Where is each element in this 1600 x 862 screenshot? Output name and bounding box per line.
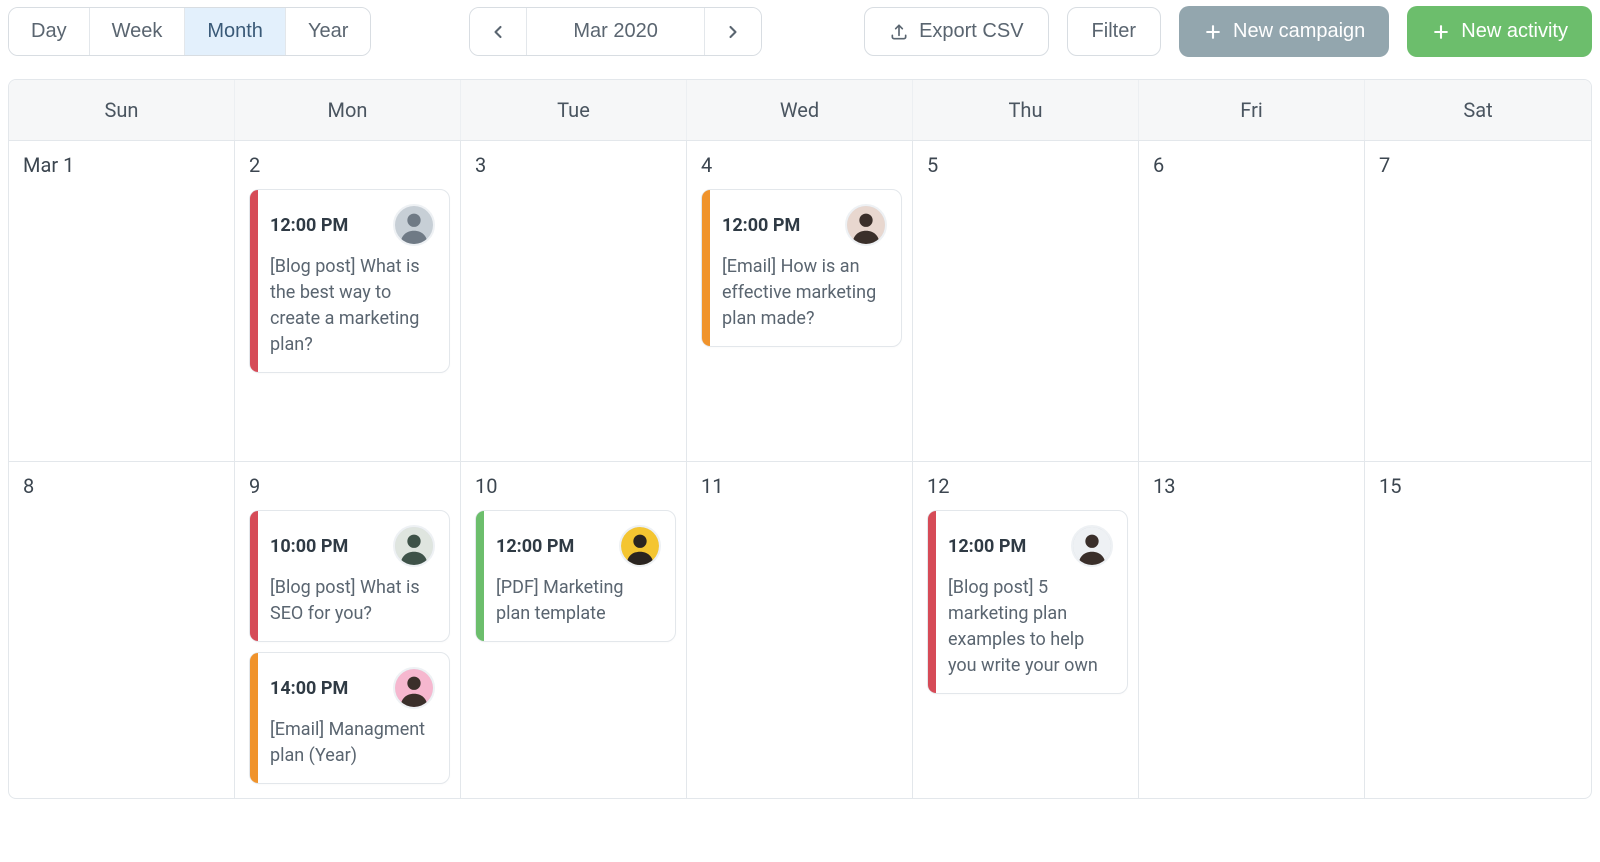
event-title: [PDF] Marketing plan template [496, 575, 661, 627]
event-time: 14:00 PM [270, 678, 348, 699]
plus-icon [1203, 22, 1223, 42]
calendar-day-cell[interactable]: 15 [1365, 462, 1591, 798]
event-card-header: 12:00 PM [270, 204, 435, 246]
event-time: 12:00 PM [496, 536, 574, 557]
avatar [393, 204, 435, 246]
toolbar: Day Week Month Year Mar 2020 Export CSV … [8, 6, 1592, 57]
day-number: 3 [475, 153, 676, 177]
event-card[interactable]: 12:00 PM [PDF] Marketing plan template [475, 510, 676, 642]
view-switcher: Day Week Month Year [8, 7, 371, 56]
export-csv-label: Export CSV [919, 20, 1023, 43]
calendar-day-cell[interactable]: 2 12:00 PM [Blog post] What is the best wa… [235, 141, 461, 461]
event-card-header: 12:00 PM [948, 525, 1113, 567]
day-header: Wed [687, 80, 913, 140]
day-header: Fri [1139, 80, 1365, 140]
event-time: 12:00 PM [722, 215, 800, 236]
event-card[interactable]: 14:00 PM [Email] Managment plan (Year) [249, 652, 450, 784]
day-number: 5 [927, 153, 1128, 177]
new-activity-label: New activity [1461, 20, 1568, 43]
view-week-button[interactable]: Week [90, 8, 186, 55]
calendar-day-cell[interactable]: 13 [1139, 462, 1365, 798]
calendar-day-cell[interactable]: 11 [687, 462, 913, 798]
view-day-button[interactable]: Day [9, 8, 90, 55]
day-number: 15 [1379, 474, 1581, 498]
avatar [845, 204, 887, 246]
chevron-right-icon [723, 22, 743, 42]
calendar-day-cell[interactable]: 10 12:00 PM [PDF] Marketing plan template [461, 462, 687, 798]
avatar [393, 667, 435, 709]
event-card-header: 12:00 PM [496, 525, 661, 567]
event-card[interactable]: 10:00 PM [Blog post] What is SEO for you? [249, 510, 450, 642]
event-card-header: 14:00 PM [270, 667, 435, 709]
event-card[interactable]: 12:00 PM [Blog post] What is the best way… [249, 189, 450, 373]
next-period-button[interactable] [705, 8, 761, 55]
day-number: 12 [927, 474, 1128, 498]
day-number: 4 [701, 153, 902, 177]
calendar-day-cell[interactable]: Mar 1 [9, 141, 235, 461]
day-number: 7 [1379, 153, 1581, 177]
calendar: SunMonTueWedThuFriSat Mar 1 2 12:00 PM [Blo… [8, 79, 1592, 799]
event-title: [Email] Managment plan (Year) [270, 717, 435, 769]
day-number: 8 [23, 474, 224, 498]
calendar-day-cell[interactable]: 6 [1139, 141, 1365, 461]
day-number: 13 [1153, 474, 1354, 498]
day-number: 9 [249, 474, 450, 498]
event-card-header: 12:00 PM [722, 204, 887, 246]
calendar-day-cell[interactable]: 12 12:00 PM [Blog post] 5 marketing plan e… [913, 462, 1139, 798]
export-csv-button[interactable]: Export CSV [864, 7, 1048, 56]
day-number: Mar 1 [23, 153, 224, 177]
day-header: Thu [913, 80, 1139, 140]
filter-label: Filter [1092, 20, 1136, 43]
calendar-day-cell[interactable]: 5 [913, 141, 1139, 461]
chevron-left-icon [488, 22, 508, 42]
event-title: [Blog post] 5 marketing plan examples to… [948, 575, 1113, 679]
avatar [1071, 525, 1113, 567]
view-year-button[interactable]: Year [286, 8, 370, 55]
event-time: 12:00 PM [948, 536, 1026, 557]
event-time: 12:00 PM [270, 215, 348, 236]
calendar-header-row: SunMonTueWedThuFriSat [9, 80, 1591, 140]
new-activity-button[interactable]: New activity [1407, 6, 1592, 57]
view-month-button[interactable]: Month [185, 8, 286, 55]
day-number: 6 [1153, 153, 1354, 177]
event-card[interactable]: 12:00 PM [Email] How is an effective mark… [701, 189, 902, 347]
period-label-button[interactable]: Mar 2020 [527, 8, 705, 55]
calendar-week-row: 8 9 10:00 PM [Blog post] What is SEO for yo… [9, 461, 1591, 798]
filter-button[interactable]: Filter [1067, 7, 1161, 56]
day-number: 10 [475, 474, 676, 498]
day-header: Sat [1365, 80, 1591, 140]
event-card[interactable]: 12:00 PM [Blog post] 5 marketing plan exa… [927, 510, 1128, 694]
event-title: [Blog post] What is the best way to crea… [270, 254, 435, 358]
new-campaign-button[interactable]: New campaign [1179, 6, 1389, 57]
calendar-week-row: Mar 1 2 12:00 PM [Blog post] What is the be… [9, 140, 1591, 461]
calendar-day-cell[interactable]: 8 [9, 462, 235, 798]
period-nav: Mar 2020 [469, 7, 762, 56]
calendar-day-cell[interactable]: 3 [461, 141, 687, 461]
prev-period-button[interactable] [470, 8, 527, 55]
event-title: [Email] How is an effective marketing pl… [722, 254, 887, 332]
day-header: Sun [9, 80, 235, 140]
plus-icon [1431, 22, 1451, 42]
calendar-day-cell[interactable]: 7 [1365, 141, 1591, 461]
new-campaign-label: New campaign [1233, 20, 1365, 43]
day-header: Tue [461, 80, 687, 140]
event-time: 10:00 PM [270, 536, 348, 557]
avatar [619, 525, 661, 567]
day-number: 2 [249, 153, 450, 177]
export-icon [889, 22, 909, 42]
event-card-header: 10:00 PM [270, 525, 435, 567]
event-title: [Blog post] What is SEO for you? [270, 575, 435, 627]
calendar-day-cell[interactable]: 4 12:00 PM [Email] How is an effective mar… [687, 141, 913, 461]
day-header: Mon [235, 80, 461, 140]
avatar [393, 525, 435, 567]
day-number: 11 [701, 474, 902, 498]
calendar-day-cell[interactable]: 9 10:00 PM [Blog post] What is SEO for you… [235, 462, 461, 798]
